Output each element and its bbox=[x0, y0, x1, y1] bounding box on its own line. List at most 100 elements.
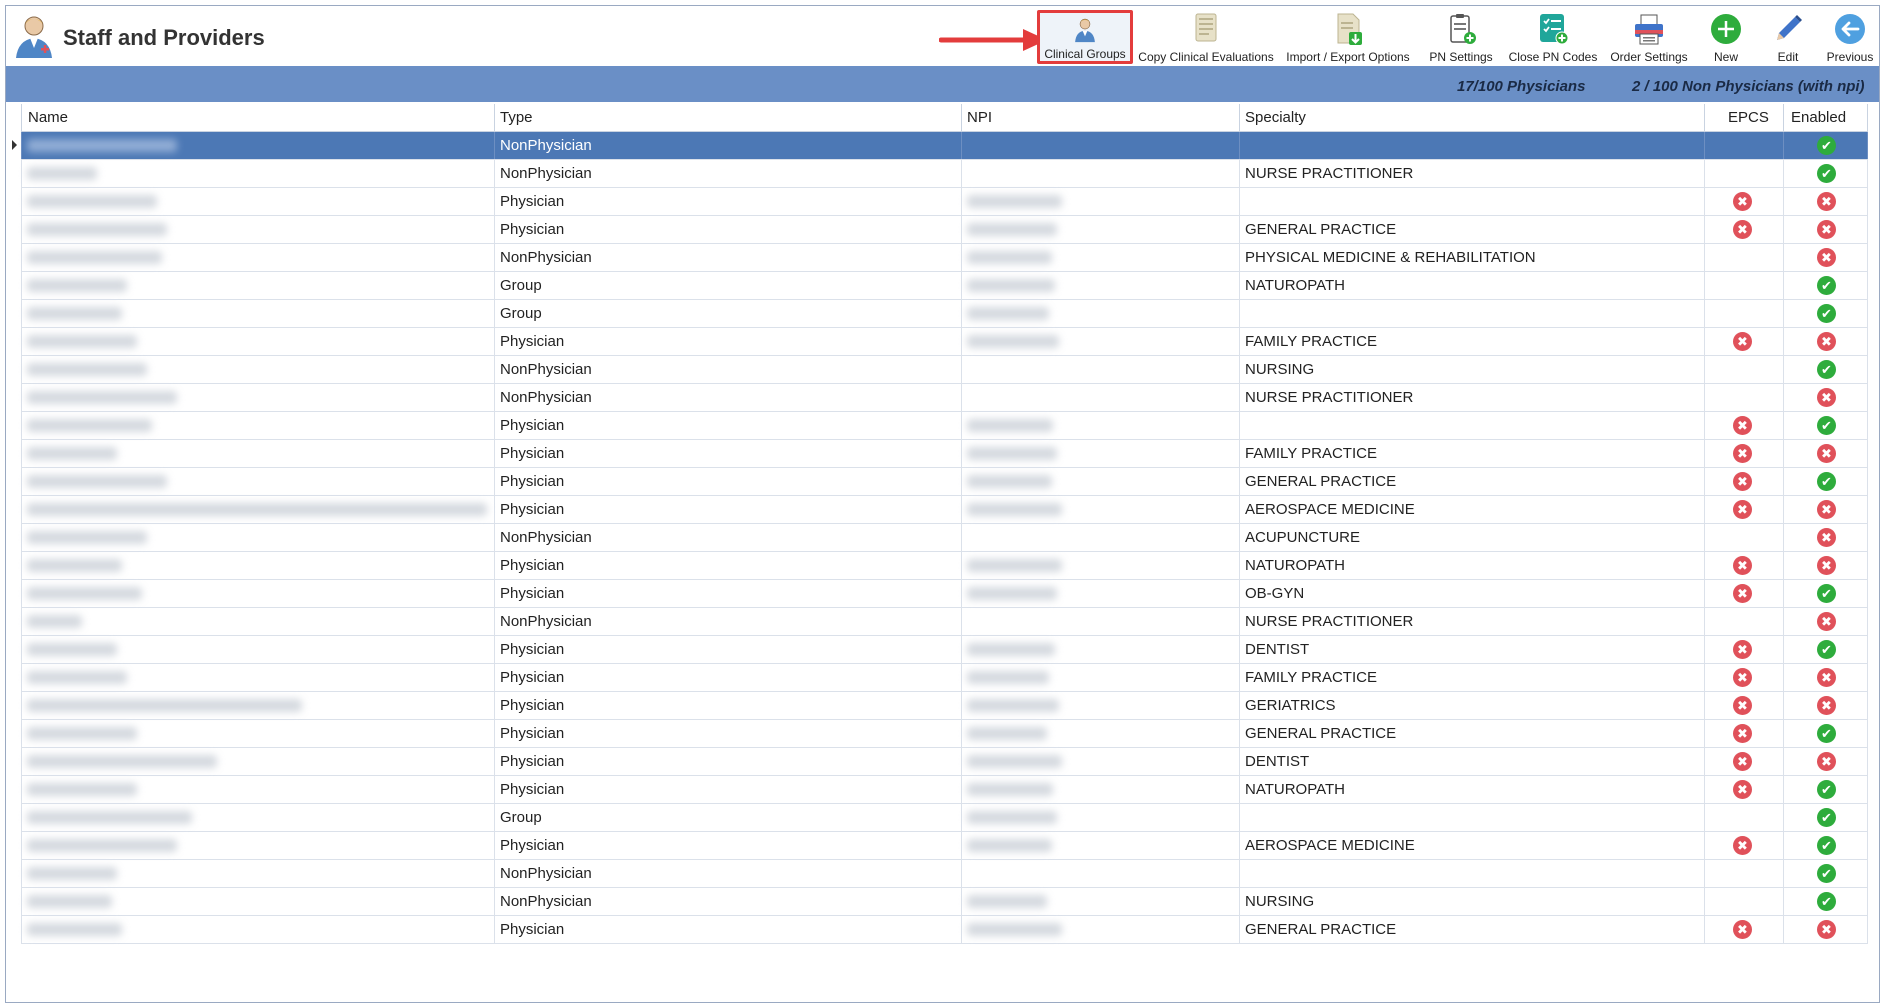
table-row[interactable]: Physician NATUROPATH ✖ ✖ bbox=[21, 552, 1868, 580]
cell-specialty: GENERAL PRACTICE bbox=[1245, 473, 1397, 490]
toolbar-label: New bbox=[1713, 50, 1738, 64]
import-export-options-button[interactable]: Import / Export Options bbox=[1278, 10, 1418, 64]
enabled-cross-icon: ✖ bbox=[1817, 388, 1836, 407]
table-row[interactable]: Physician FAMILY PRACTICE ✖ ✖ bbox=[21, 664, 1868, 692]
epcs-cross-icon: ✖ bbox=[1733, 724, 1752, 743]
enabled-cross-icon: ✖ bbox=[1817, 920, 1836, 939]
redacted-name bbox=[27, 139, 177, 152]
epcs-cross-icon: ✖ bbox=[1733, 332, 1752, 351]
enabled-check-icon: ✔ bbox=[1817, 276, 1836, 295]
table-row[interactable]: Physician GERIATRICS ✖ ✖ bbox=[21, 692, 1868, 720]
cell-specialty: NURSING bbox=[1245, 361, 1315, 378]
enabled-cross-icon: ✖ bbox=[1817, 528, 1836, 547]
table-row[interactable]: NonPhysician NURSE PRACTITIONER ✖ bbox=[21, 608, 1868, 636]
table-row[interactable]: Physician AEROSPACE MEDICINE ✖ ✔ bbox=[21, 832, 1868, 860]
redacted-npi bbox=[967, 671, 1049, 684]
table-row[interactable]: NonPhysician NURSING ✔ bbox=[21, 888, 1868, 916]
column-header-epcs[interactable]: EPCS bbox=[1728, 109, 1769, 126]
close-pn-codes-button[interactable]: Close PN Codes bbox=[1503, 10, 1603, 64]
enabled-check-icon: ✔ bbox=[1817, 640, 1836, 659]
clinical-groups-button[interactable]: Clinical Groups bbox=[1037, 10, 1133, 64]
table-row[interactable]: NonPhysician ACUPUNCTURE ✖ bbox=[21, 524, 1868, 552]
redacted-name bbox=[27, 755, 217, 768]
table-row[interactable]: Group ✔ bbox=[21, 300, 1868, 328]
redacted-npi bbox=[967, 559, 1062, 572]
stats-bar: 17/100 Physicians 2 / 100 Non Physicians… bbox=[6, 66, 1879, 102]
cell-type: NonPhysician bbox=[500, 361, 592, 378]
cell-type: Group bbox=[500, 305, 542, 322]
redacted-name bbox=[27, 867, 117, 880]
table-row[interactable]: NonPhysician NURSING ✔ bbox=[21, 356, 1868, 384]
toolbar-label: Previous bbox=[1826, 50, 1874, 64]
enabled-check-icon: ✔ bbox=[1817, 164, 1836, 183]
order-settings-button[interactable]: Order Settings bbox=[1605, 10, 1693, 64]
table-row[interactable]: NonPhysician NURSE PRACTITIONER ✔ bbox=[21, 160, 1868, 188]
table-row[interactable]: NonPhysician ✔ bbox=[12, 132, 1868, 160]
table-row[interactable]: NonPhysician ✔ bbox=[21, 860, 1868, 888]
enabled-cross-icon: ✖ bbox=[1817, 444, 1836, 463]
previous-button[interactable]: Previous bbox=[1818, 10, 1882, 64]
redacted-name bbox=[27, 391, 177, 404]
cell-type: NonPhysician bbox=[500, 137, 592, 154]
epcs-cross-icon: ✖ bbox=[1733, 696, 1752, 715]
table-row[interactable]: NonPhysician NURSE PRACTITIONER ✖ bbox=[21, 384, 1868, 412]
cell-specialty: GENERAL PRACTICE bbox=[1245, 725, 1397, 742]
enabled-cross-icon: ✖ bbox=[1817, 192, 1836, 211]
redacted-npi bbox=[967, 307, 1049, 320]
redacted-name bbox=[27, 643, 117, 656]
table-row[interactable]: Physician OB-GYN ✖ ✔ bbox=[21, 580, 1868, 608]
table-row[interactable]: Physician FAMILY PRACTICE ✖ ✖ bbox=[21, 440, 1868, 468]
enabled-check-icon: ✔ bbox=[1817, 892, 1836, 911]
enabled-check-icon: ✔ bbox=[1817, 360, 1836, 379]
table-row[interactable]: Physician ✖ ✔ bbox=[21, 412, 1868, 440]
redacted-name bbox=[27, 167, 97, 180]
redacted-name bbox=[27, 307, 122, 320]
column-header-enabled[interactable]: Enabled bbox=[1791, 109, 1846, 126]
edit-button[interactable]: Edit bbox=[1758, 10, 1818, 64]
table-row[interactable]: Physician GENERAL PRACTICE ✖ ✖ bbox=[21, 216, 1868, 244]
add-icon bbox=[1711, 14, 1741, 44]
table-row[interactable]: Physician DENTIST ✖ ✔ bbox=[21, 636, 1868, 664]
cell-specialty: NURSE PRACTITIONER bbox=[1245, 165, 1414, 182]
table-row[interactable]: Physician GENERAL PRACTICE ✖ ✔ bbox=[21, 720, 1868, 748]
printer-icon bbox=[1635, 14, 1663, 45]
cell-type: NonPhysician bbox=[500, 865, 592, 882]
table-row[interactable]: Physician GENERAL PRACTICE ✖ ✔ bbox=[21, 468, 1868, 496]
epcs-cross-icon: ✖ bbox=[1733, 416, 1752, 435]
epcs-cross-icon: ✖ bbox=[1733, 920, 1752, 939]
column-header-npi[interactable]: NPI bbox=[967, 109, 992, 126]
pn-settings-button[interactable]: PN Settings bbox=[1421, 10, 1501, 64]
table-row[interactable]: Physician ✖ ✖ bbox=[21, 188, 1868, 216]
providers-grid: Name Type NPI Specialty EPCS Enabled Non… bbox=[12, 104, 1868, 944]
redacted-npi bbox=[967, 755, 1062, 768]
new-button[interactable]: New bbox=[1696, 10, 1756, 64]
table-row[interactable]: Physician GENERAL PRACTICE ✖ ✖ bbox=[21, 916, 1868, 944]
column-header-specialty[interactable]: Specialty bbox=[1245, 109, 1306, 126]
cell-specialty: GENERAL PRACTICE bbox=[1245, 221, 1397, 238]
redacted-npi bbox=[967, 335, 1059, 348]
column-header-name[interactable]: Name bbox=[28, 109, 68, 126]
cell-type: Physician bbox=[500, 781, 565, 798]
enabled-check-icon: ✔ bbox=[1817, 472, 1836, 491]
cell-specialty: GENERAL PRACTICE bbox=[1245, 921, 1397, 938]
table-row[interactable]: NonPhysician PHYSICAL MEDICINE & REHABILI… bbox=[21, 244, 1868, 272]
table-row[interactable]: Physician NATUROPATH ✖ ✔ bbox=[21, 776, 1868, 804]
staff-providers-window: Staff and Providers Clinical Groups Copy… bbox=[5, 5, 1880, 1003]
enabled-cross-icon: ✖ bbox=[1817, 500, 1836, 519]
enabled-check-icon: ✔ bbox=[1817, 808, 1836, 827]
column-header-type[interactable]: Type bbox=[500, 109, 533, 126]
redacted-name bbox=[27, 223, 167, 236]
redacted-npi bbox=[967, 503, 1062, 516]
redacted-npi bbox=[967, 727, 1047, 740]
grid-body: NonPhysician ✔ NonPhysician NURSE PRACTITIO… bbox=[12, 132, 1868, 944]
redacted-name bbox=[27, 559, 122, 572]
cell-type: Physician bbox=[500, 557, 565, 574]
table-row[interactable]: Physician FAMILY PRACTICE ✖ ✖ bbox=[21, 328, 1868, 356]
table-row[interactable]: Physician DENTIST ✖ ✖ bbox=[21, 748, 1868, 776]
epcs-cross-icon: ✖ bbox=[1733, 640, 1752, 659]
table-row[interactable]: Physician AEROSPACE MEDICINE ✖ ✖ bbox=[21, 496, 1868, 524]
table-row[interactable]: Group NATUROPATH ✔ bbox=[21, 272, 1868, 300]
copy-clinical-evaluations-button[interactable]: Copy Clinical Evaluations bbox=[1136, 10, 1276, 64]
table-row[interactable]: Group ✔ bbox=[21, 804, 1868, 832]
enabled-check-icon: ✔ bbox=[1817, 780, 1836, 799]
